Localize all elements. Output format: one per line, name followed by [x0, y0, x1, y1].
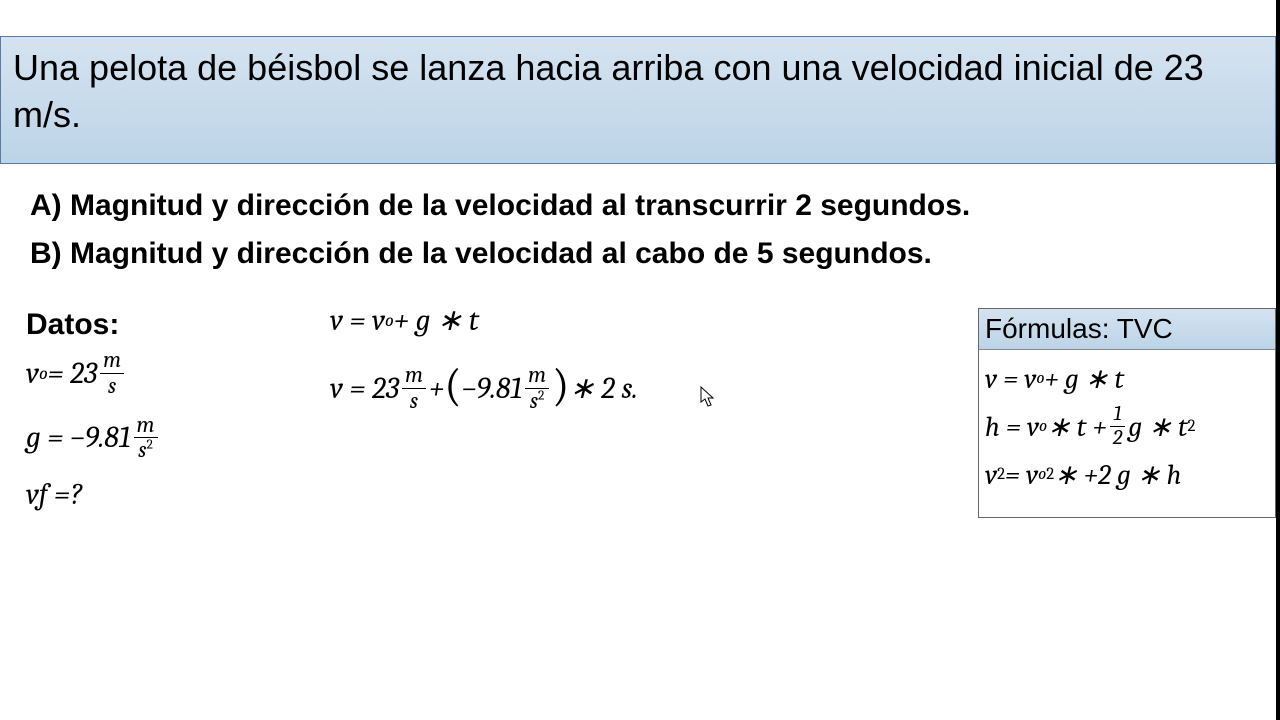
questions-block: A) Magnitud y dirección de la velocidad … [30, 182, 970, 278]
vo-value: = 23 [48, 356, 97, 391]
w2-plus: + [429, 371, 444, 406]
datos-vo: vo = 23 m s [26, 348, 161, 399]
g-unit: m s2 [134, 413, 158, 464]
w2-unit2: m s2 [525, 363, 549, 414]
w2-c: −9.81 [462, 371, 523, 406]
formula-body: v = vo + g ∗ t h = vo ∗ t + 1 2 g ∗ t2 v… [979, 350, 1275, 517]
vo-unit: m s [100, 348, 124, 399]
formula-box: Fórmulas: TVC v = vo + g ∗ t h = vo ∗ t … [978, 308, 1276, 518]
f2-frac-num: 1 [1110, 403, 1124, 427]
vo-unit-den: s [105, 374, 119, 399]
problem-text: Una pelota de béisbol se lanza hacia arr… [13, 47, 1204, 135]
formula-3: v2 = vo2 ∗ +2 g ∗ h [985, 458, 1269, 491]
w2-u1-den: s [407, 389, 421, 414]
vo-var: v [26, 356, 39, 391]
f3-c: ∗ +2 g ∗ h [1054, 458, 1181, 491]
datos-title: Datos: [26, 308, 161, 342]
w2-rparen: ) [552, 360, 569, 412]
f2-exp: 2 [1188, 417, 1196, 436]
g-unit-den: s2 [135, 438, 156, 463]
w2-u2-den-base: s [530, 388, 538, 414]
f2-pre: h = v [985, 411, 1039, 443]
vo-unit-num: m [100, 348, 124, 374]
w2-d: ∗ 2 s. [569, 371, 637, 406]
f2-frac: 1 2 [1110, 403, 1126, 450]
right-border [1276, 0, 1280, 720]
f2-post: g ∗ t [1128, 410, 1187, 443]
work-block: v = vo + g ∗ t v = 23 m s + ( −9.81 m s2… [330, 303, 638, 438]
work-line-1: v = vo + g ∗ t [330, 303, 638, 338]
f3-exp2: 2 [1046, 465, 1054, 484]
w1-sub: o [385, 310, 394, 331]
w1-post: + g ∗ t [394, 303, 479, 338]
f3-sub: o [1038, 465, 1046, 484]
vo-sub: o [39, 363, 48, 384]
problem-statement: Una pelota de béisbol se lanza hacia arr… [0, 36, 1276, 164]
w2-a: v = 23 [330, 371, 399, 406]
f1-post: + g ∗ t [1044, 362, 1124, 395]
datos-block: Datos: vo = 23 m s g = −9.81 m s2 vf =? [26, 308, 161, 526]
g-value: g = −9.81 [26, 420, 131, 455]
formula-title: Fórmulas: TVC [979, 309, 1275, 350]
f2-mid: ∗ t + [1047, 410, 1107, 443]
w2-unit1: m s [402, 363, 426, 414]
w2-u2-den-exp: 2 [538, 388, 544, 403]
datos-g: g = −9.81 m s2 [26, 413, 161, 464]
datos-vf: vf =? [26, 477, 161, 512]
w2-u2-den: s2 [527, 389, 548, 414]
f3-a: v [985, 459, 997, 491]
g-unit-den-exp: 2 [146, 438, 152, 453]
w2-u2-num: m [525, 363, 549, 389]
question-b: B) Magnitud y dirección de la velocidad … [30, 230, 970, 278]
formula-2: h = vo ∗ t + 1 2 g ∗ t2 [985, 403, 1269, 450]
cursor-icon [700, 386, 716, 408]
f2-sub: o [1039, 417, 1047, 436]
question-a: A) Magnitud y dirección de la velocidad … [30, 182, 970, 230]
w2-lparen: ( [444, 360, 461, 412]
w2-u1-num: m [402, 363, 426, 389]
f2-frac-den: 2 [1110, 427, 1126, 450]
work-line-2: v = 23 m s + ( −9.81 m s2 ) ∗ 2 s. [330, 362, 638, 414]
f3-b: = v [1005, 459, 1038, 491]
f3-exp1: 2 [997, 465, 1005, 484]
w1-pre: v = v [330, 303, 385, 338]
f1-pre: v = v [985, 363, 1036, 395]
formula-1: v = vo + g ∗ t [985, 362, 1269, 395]
g-unit-num: m [134, 413, 158, 439]
f1-sub: o [1036, 369, 1044, 388]
